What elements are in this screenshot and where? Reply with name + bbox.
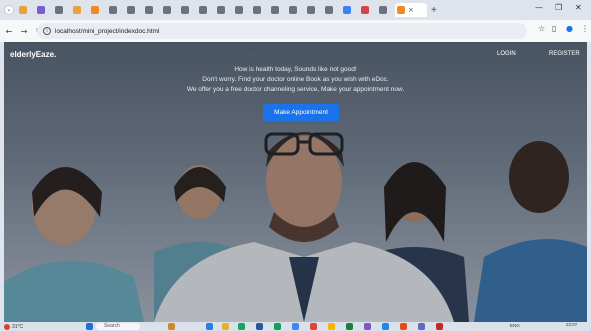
sidebar-icon[interactable]: ▯ — [552, 24, 556, 33]
browser-tab[interactable] — [377, 3, 394, 17]
language-indicator[interactable]: ENG — [510, 323, 520, 328]
tab-favicon-icon — [325, 6, 333, 14]
tab-favicon-icon — [289, 6, 297, 14]
tab-favicon-icon — [73, 6, 81, 14]
forward-icon[interactable]: → — [18, 27, 30, 36]
tab-favicon-icon — [271, 6, 279, 14]
browser-tab[interactable] — [233, 3, 250, 17]
browser-tab[interactable] — [269, 3, 286, 17]
taskbar-app-icon[interactable] — [238, 323, 245, 330]
login-link[interactable]: LOGIN — [497, 51, 516, 57]
browser-tab[interactable] — [35, 3, 52, 17]
weather-widget[interactable]: 31°C — [4, 323, 24, 330]
tab-search-icon[interactable]: ⌄ — [4, 5, 14, 15]
brand-logo[interactable]: elderlyEaze. — [10, 50, 56, 59]
tab-favicon-icon — [235, 6, 243, 14]
taskbar-app-icon[interactable] — [328, 323, 335, 330]
tab-favicon-icon — [379, 6, 387, 14]
browser-tab[interactable] — [197, 3, 214, 17]
tab-favicon-icon — [307, 6, 315, 14]
close-tab-icon[interactable]: × — [408, 6, 414, 14]
taskbar-search[interactable]: Search — [96, 323, 140, 330]
browser-tab[interactable]: × — [395, 3, 427, 17]
tab-favicon-icon — [37, 6, 45, 14]
hero-line-2: Don't worry. Find your doctor online Boo… — [202, 76, 389, 83]
browser-tab[interactable] — [107, 3, 124, 17]
chrome-icon[interactable] — [292, 323, 299, 330]
browser-tab[interactable] — [71, 3, 88, 17]
browser-tab[interactable] — [143, 3, 160, 17]
browser-tab[interactable] — [323, 3, 340, 17]
tab-list: × — [17, 3, 428, 17]
taskbar-app-icon[interactable] — [168, 323, 175, 330]
file-explorer-icon[interactable] — [222, 323, 229, 330]
weather-icon — [4, 323, 10, 330]
tab-favicon-icon — [199, 6, 207, 14]
browser-tab[interactable] — [17, 3, 34, 17]
os-taskbar: 31°C Search ENG 22:07 — [0, 322, 591, 331]
tab-favicon-icon — [55, 6, 63, 14]
tab-favicon-icon — [181, 6, 189, 14]
taskbar-app-icon[interactable] — [364, 323, 371, 330]
tab-favicon-icon — [163, 6, 171, 14]
tab-favicon-icon — [145, 6, 153, 14]
url-text: localhost/mini_project/indexdoc.html — [55, 27, 160, 35]
tab-favicon-icon — [127, 6, 135, 14]
browser-menu-icon[interactable]: ⋮ — [581, 24, 589, 33]
taskbar-app-icon[interactable] — [206, 323, 213, 330]
taskbar-app-icon[interactable] — [310, 323, 317, 330]
hero-line-3: We offer you a free doctor channeling se… — [186, 86, 405, 93]
hero-text: How is health today, Sounds like not goo… — [4, 65, 587, 95]
tab-favicon-icon — [91, 6, 99, 14]
browser-tab[interactable] — [287, 3, 304, 17]
maximize-button[interactable]: ❐ — [555, 3, 562, 12]
new-tab-button[interactable]: + — [431, 5, 437, 16]
browser-tab[interactable] — [251, 3, 268, 17]
taskbar-app-icon[interactable] — [400, 323, 407, 330]
make-appointment-button[interactable]: Make Appointment — [263, 104, 339, 121]
browser-tab[interactable] — [161, 3, 178, 17]
clock[interactable]: 22:07 — [566, 322, 577, 327]
bookmark-star-icon[interactable]: ☆ — [538, 24, 545, 33]
page-viewport: elderlyEaze. LOGIN REGISTER How is healt… — [4, 42, 587, 322]
tab-favicon-icon — [361, 6, 369, 14]
taskbar-app-icon[interactable] — [346, 323, 353, 330]
browser-tab[interactable] — [359, 3, 376, 17]
tab-favicon-icon — [397, 6, 405, 14]
tab-favicon-icon — [19, 6, 27, 14]
taskbar-app-icon[interactable] — [274, 323, 281, 330]
tab-favicon-icon — [109, 6, 117, 14]
register-link[interactable]: REGISTER — [549, 51, 580, 57]
browser-toolbar: ← → ↻ i localhost/mini_project/indexdoc.… — [0, 20, 591, 42]
site-info-icon[interactable]: i — [43, 27, 51, 35]
close-window-button[interactable]: ✕ — [575, 3, 582, 12]
taskbar-app-icon[interactable] — [418, 323, 425, 330]
back-icon[interactable]: ← — [3, 27, 15, 36]
browser-tab[interactable] — [341, 3, 358, 17]
browser-tab[interactable] — [305, 3, 322, 17]
tab-strip: ⌄ × + — [0, 0, 591, 20]
browser-tab[interactable] — [89, 3, 106, 17]
browser-tab[interactable] — [125, 3, 142, 17]
browser-tab[interactable] — [53, 3, 70, 17]
browser-tab[interactable] — [179, 3, 196, 17]
profile-avatar-icon[interactable]: ● — [566, 24, 573, 33]
weather-temp: 31°C — [12, 323, 24, 330]
address-bar[interactable]: i localhost/mini_project/indexdoc.html — [37, 23, 527, 39]
hero-line-1: How is health today, Sounds like not goo… — [234, 66, 357, 73]
tab-favicon-icon — [253, 6, 261, 14]
tab-favicon-icon — [343, 6, 351, 14]
start-icon[interactable] — [86, 323, 93, 330]
taskbar-app-icon[interactable] — [436, 323, 443, 330]
browser-tab[interactable] — [215, 3, 232, 17]
vscode-icon[interactable] — [382, 323, 389, 330]
minimize-button[interactable]: — — [535, 3, 543, 12]
tab-favicon-icon — [217, 6, 225, 14]
taskbar-app-icon[interactable] — [256, 323, 263, 330]
